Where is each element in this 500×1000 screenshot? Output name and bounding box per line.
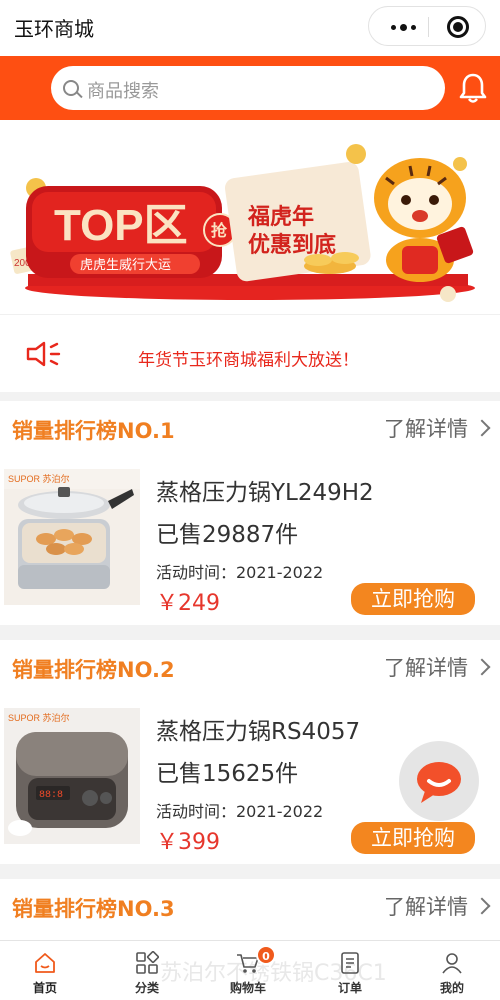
customer-service-button[interactable] <box>399 741 479 821</box>
cart-count-badge: 0 <box>256 945 276 965</box>
sold-count: 已售15625件 <box>156 761 299 787</box>
promo-text: 年货节玉环商城福利大放送！ <box>138 350 359 371</box>
slogan-line1: 福虎年 <box>247 204 314 229</box>
close-target-icon[interactable] <box>447 16 469 38</box>
brand-label: SUPOR 苏泊尔 <box>8 473 70 484</box>
app-title: 玉环商城 <box>14 17 94 41</box>
tab-home[interactable]: 首页 <box>0 941 95 1000</box>
detail-link[interactable]: 了解详情 <box>384 652 491 682</box>
product-image[interactable]: SUPOR 苏泊尔 88:8 <box>4 708 140 844</box>
search-placeholder: 商品搜索 <box>87 81 159 102</box>
search-icon <box>63 80 79 96</box>
pressure-cooker-image: SUPOR 苏泊尔 <box>4 469 140 605</box>
banner-art: 200 TOP区 虎虎生威行大运 抢 福虎年 优惠到底 <box>10 144 475 302</box>
display-digits: 88:8 <box>39 790 63 801</box>
order-icon <box>341 952 359 974</box>
ranking-card-1: 销量排行榜NO.1 了解详情 SUPOR 苏泊尔 蒸格压力锅YL249H2 已售… <box>0 401 500 625</box>
more-icon[interactable] <box>391 24 417 31</box>
buy-now-button[interactable]: 立即抢购 <box>351 822 475 854</box>
product-price: ￥249 <box>156 591 220 616</box>
product-price: ￥399 <box>156 830 220 855</box>
capsule-divider <box>428 17 429 37</box>
activity-period: 活动时间：2021-2022 <box>156 563 324 582</box>
rice-cooker-image: SUPOR 苏泊尔 88:8 <box>4 708 140 844</box>
tab-label: 我的 <box>439 981 464 995</box>
detail-link[interactable]: 了解详情 <box>384 891 491 921</box>
ranking-card-3: 销量排行榜NO.3 了解详情 <box>0 879 500 940</box>
activity-period: 活动时间：2021-2022 <box>156 802 324 821</box>
product-image[interactable]: SUPOR 苏泊尔 <box>4 469 140 605</box>
bottom-tab-bar: 苏泊尔不锈铁锅C36C1 首页 分类 0 购物车 订单 我的 <box>0 940 500 1000</box>
ranking-title: 销量排行榜NO.1 <box>12 419 175 443</box>
grab-label: 抢 <box>211 221 228 240</box>
product-name[interactable]: 蒸格压力锅RS4057 <box>156 712 360 746</box>
tab-cart[interactable]: 0 购物车 <box>198 941 298 1000</box>
top-zone-label: TOP区 <box>54 201 188 250</box>
mini-program-title-bar: 玉环商城 <box>0 0 500 56</box>
brand-label: SUPOR 苏泊尔 <box>8 712 70 723</box>
chat-bubble-icon <box>417 762 461 803</box>
bell-icon[interactable] <box>459 73 487 103</box>
chevron-right-icon <box>473 897 491 915</box>
product-name[interactable]: 蒸格压力锅YL249H2 <box>156 473 374 507</box>
chevron-right-icon <box>473 658 491 676</box>
detail-label: 了解详情 <box>384 417 468 441</box>
tab-orders[interactable]: 订单 <box>300 941 400 1000</box>
ranking-title: 销量排行榜NO.3 <box>12 897 175 921</box>
user-icon <box>442 953 462 974</box>
tab-label: 订单 <box>337 981 362 995</box>
slogan-line2: 优惠到底 <box>248 232 336 257</box>
search-header: 商品搜索 <box>0 56 500 120</box>
sold-count: 已售29887件 <box>156 522 299 548</box>
tab-label: 首页 <box>32 981 57 995</box>
tab-category[interactable]: 分类 <box>97 941 197 1000</box>
promo-notice[interactable]: 年货节玉环商城福利大放送！ <box>0 314 500 392</box>
tab-label: 购物车 <box>229 981 266 995</box>
detail-link[interactable]: 了解详情 <box>384 413 491 443</box>
tab-label: 分类 <box>134 981 159 995</box>
slogan-sub: 虎虎生威行大运 <box>80 257 171 272</box>
chevron-right-icon <box>473 419 491 437</box>
buy-now-button[interactable]: 立即抢购 <box>351 583 475 615</box>
category-icon <box>136 951 159 974</box>
capsule-menu <box>368 6 486 46</box>
speaker-icon <box>26 341 61 367</box>
tab-profile[interactable]: 我的 <box>402 941 500 1000</box>
promo-banner[interactable]: 200 TOP区 虎虎生威行大运 抢 福虎年 优惠到底 <box>0 120 500 314</box>
detail-label: 了解详情 <box>384 895 468 919</box>
detail-label: 了解详情 <box>384 656 468 680</box>
search-input[interactable]: 商品搜索 <box>51 66 445 110</box>
ranking-title: 销量排行榜NO.2 <box>12 658 175 682</box>
home-icon <box>35 953 55 973</box>
